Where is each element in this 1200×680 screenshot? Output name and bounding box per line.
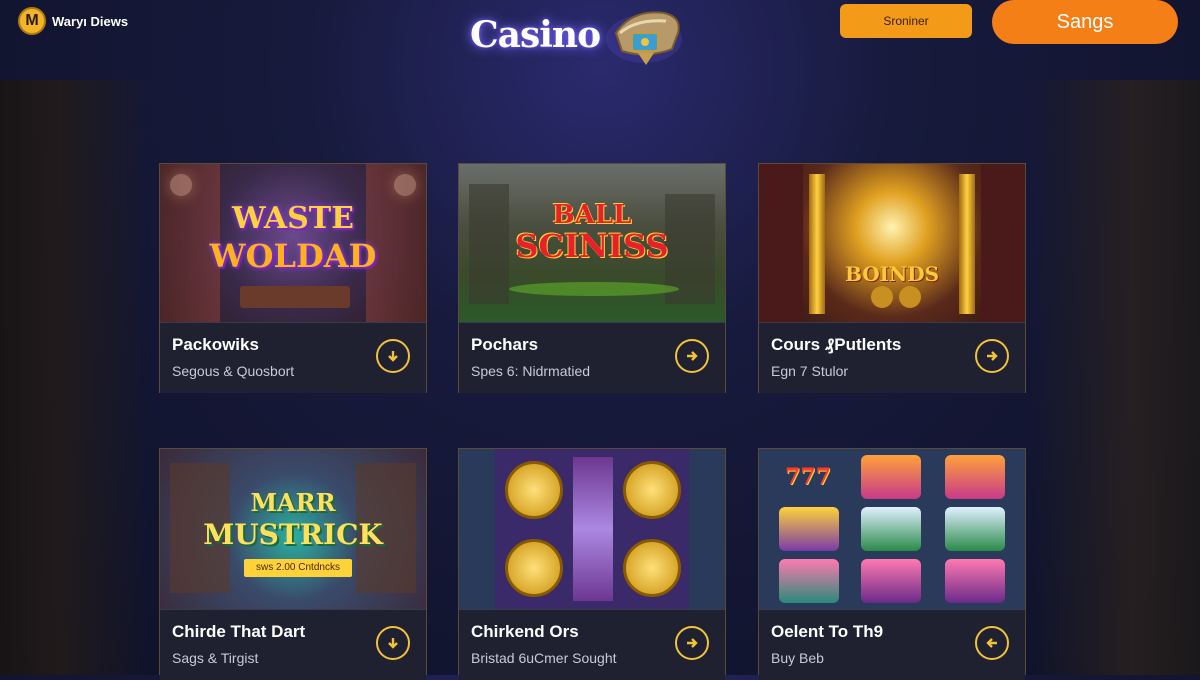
brand-name: Waryı Diews bbox=[52, 13, 129, 29]
game-title: Chirde That Dart bbox=[172, 622, 306, 641]
game-title: Pochars bbox=[471, 335, 539, 354]
arrow-right-icon[interactable] bbox=[675, 339, 709, 373]
arrow-left-icon[interactable] bbox=[975, 626, 1009, 660]
arrow-right-icon[interactable] bbox=[975, 339, 1009, 373]
game-thumbnail[interactable]: BALL SCINISS bbox=[459, 164, 725, 323]
slot-symbol-icon bbox=[945, 507, 1005, 551]
game-logo-text: MARR bbox=[250, 488, 336, 517]
game-card[interactable]: MARR MUSTRICK sws 2.00 Cntdncks Chirde T… bbox=[159, 448, 427, 680]
slot-symbol-icon bbox=[861, 455, 921, 499]
game-title: Cours ₰Putlents bbox=[771, 335, 902, 354]
game-logo-banner: sws 2.00 Cntdncks bbox=[244, 559, 352, 577]
game-info: Chirkend Ors Bristad 6uCmer Sought bbox=[459, 610, 725, 680]
game-card[interactable]: 777 Oelent To Th9 Buy Beb bbox=[758, 448, 1026, 680]
game-thumbnail[interactable]: BOINDS bbox=[759, 164, 1025, 323]
slot-symbol-icon bbox=[779, 507, 839, 551]
game-title: Packowiks bbox=[172, 335, 259, 354]
brand-logo-icon: M bbox=[18, 7, 46, 35]
game-subtitle: Spes 6: Nidrmatied bbox=[471, 363, 591, 379]
game-card[interactable]: BALL SCINISS Pochars Spes 6: Nidrmatied bbox=[458, 163, 726, 393]
treasure-chest-icon bbox=[606, 11, 683, 65]
slot-symbol-icon bbox=[945, 559, 1005, 603]
slot-symbol-icon bbox=[779, 559, 839, 603]
game-subtitle: Bristad 6uCmer Sought bbox=[471, 650, 617, 666]
sign-in-button[interactable]: Sroniner bbox=[840, 4, 972, 38]
brand[interactable]: M Waryı Diews bbox=[18, 7, 128, 35]
background-pillar-right bbox=[1030, 80, 1200, 675]
slot-seven-icon: 777 bbox=[785, 464, 831, 490]
arrow-down-icon[interactable] bbox=[376, 626, 410, 660]
slot-coin-icon bbox=[505, 461, 563, 519]
game-info: Pochars Spes 6: Nidrmatied bbox=[459, 323, 725, 393]
arrow-right-icon[interactable] bbox=[675, 626, 709, 660]
game-info: Cours ₰Putlents Egn 7 Stulor bbox=[759, 323, 1025, 393]
arrow-down-icon[interactable] bbox=[376, 339, 410, 373]
game-title: Oelent To Th9 bbox=[771, 622, 884, 641]
game-card[interactable]: BOINDS Cours ₰Putlents Egn 7 Stulor bbox=[758, 163, 1026, 393]
game-logo-text: BALL bbox=[552, 200, 632, 230]
game-logo-text: SCINISS bbox=[515, 227, 669, 265]
slot-symbol-icon bbox=[861, 507, 921, 551]
game-subtitle: Buy Beb bbox=[771, 650, 824, 666]
slot-coin-icon bbox=[623, 539, 681, 597]
game-info: Oelent To Th9 Buy Beb bbox=[759, 610, 1025, 680]
game-logo-text: WOLDAD bbox=[209, 237, 377, 275]
game-subtitle: Egn 7 Stulor bbox=[771, 363, 849, 379]
site-logo[interactable]: Casino bbox=[470, 2, 700, 68]
game-card[interactable]: WASTE WOLDAD Packowiks Segous & Quosbort bbox=[159, 163, 427, 393]
game-thumbnail[interactable]: WASTE WOLDAD bbox=[160, 164, 426, 323]
game-card[interactable]: Chirkend Ors Bristad 6uCmer Sought bbox=[458, 448, 726, 680]
game-info: Packowiks Segous & Quosbort bbox=[160, 323, 426, 393]
slot-symbol-icon bbox=[945, 455, 1005, 499]
game-info: Chirde That Dart Sags & Tirgist bbox=[160, 610, 426, 680]
background-pillar-left bbox=[0, 80, 150, 675]
game-logo-text: MUSTRICK bbox=[203, 518, 383, 551]
slot-symbol-icon bbox=[861, 559, 921, 603]
game-thumbnail[interactable]: 777 bbox=[759, 449, 1025, 610]
game-title: Chirkend Ors bbox=[471, 622, 579, 641]
sign-up-button[interactable]: Sangs bbox=[992, 0, 1178, 44]
game-subtitle: Sags & Tirgist bbox=[172, 650, 259, 666]
site-title: Casino bbox=[470, 14, 601, 56]
game-logo-text: WASTE bbox=[232, 201, 354, 236]
game-subtitle: Segous & Quosbort bbox=[172, 363, 295, 379]
game-logo-text: BOINDS bbox=[844, 262, 940, 286]
slot-coin-icon bbox=[505, 539, 563, 597]
game-thumbnail[interactable] bbox=[459, 449, 725, 610]
game-thumbnail[interactable]: MARR MUSTRICK sws 2.00 Cntdncks bbox=[160, 449, 426, 610]
slot-coin-icon bbox=[623, 461, 681, 519]
